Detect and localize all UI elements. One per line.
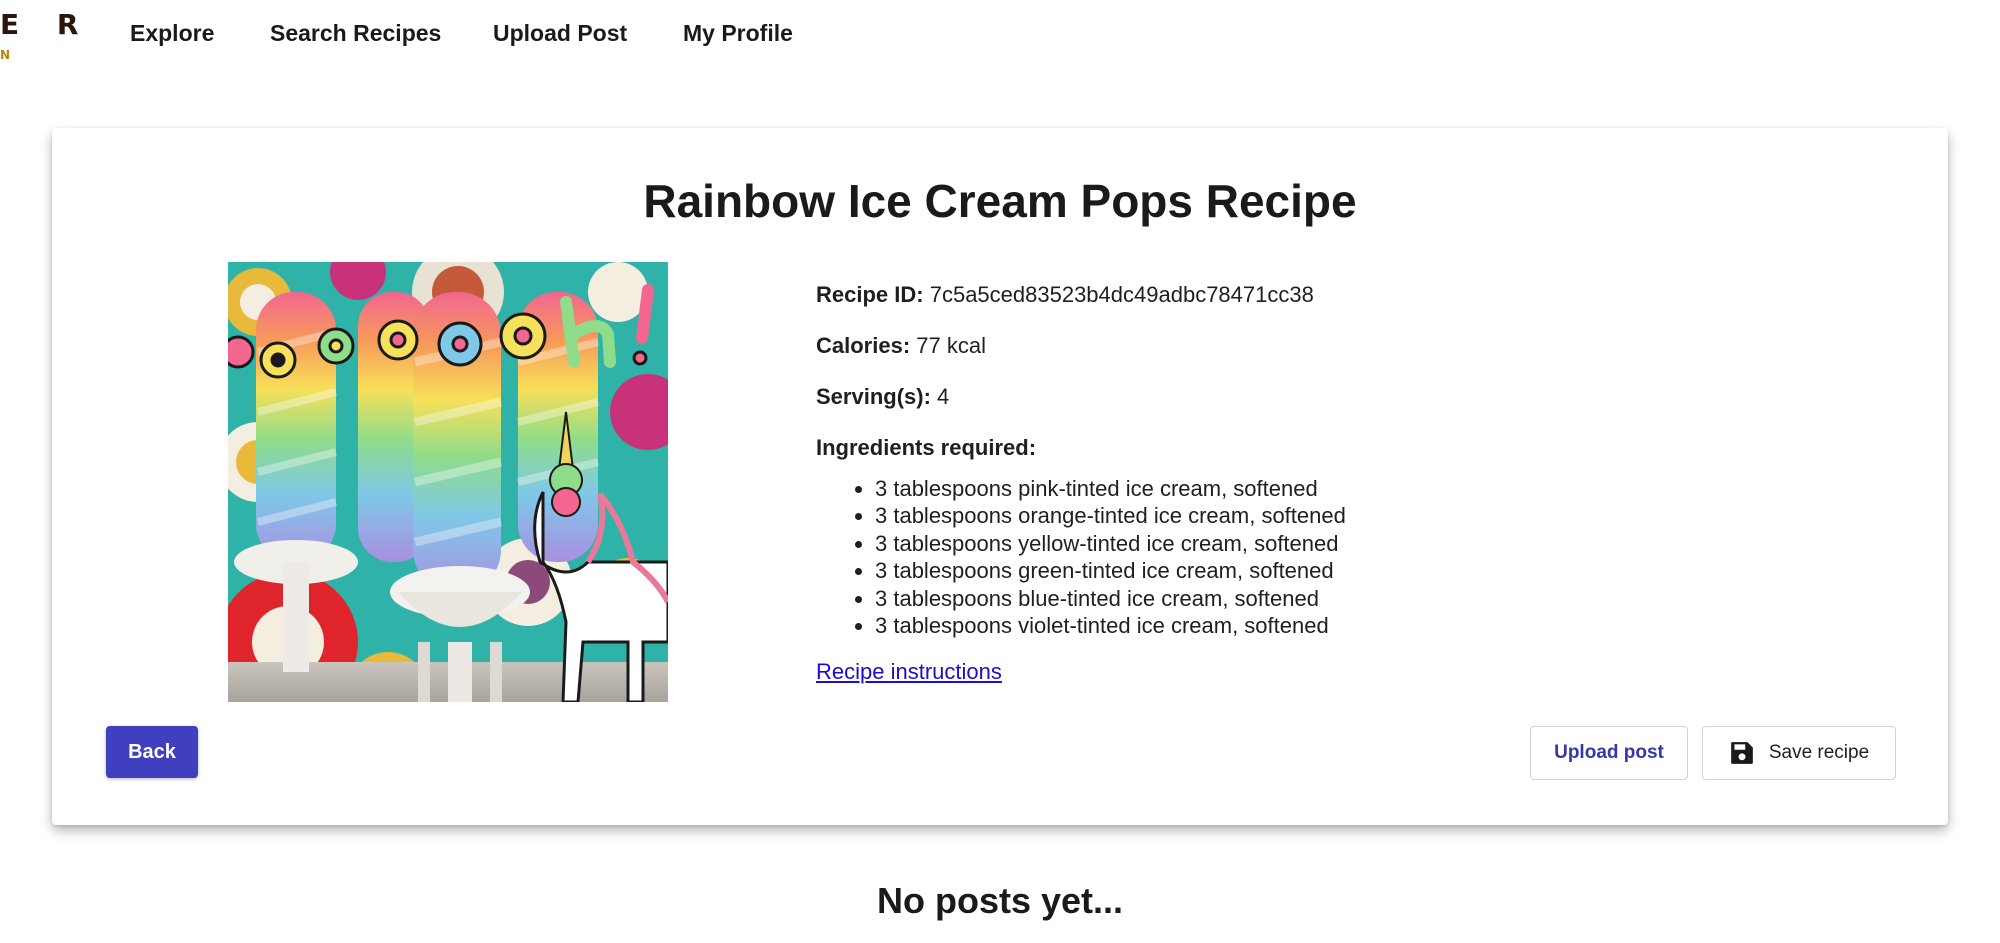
servings-row: Serving(s): 4 (816, 382, 1716, 412)
logo-subtext: N (0, 48, 11, 62)
servings-value: 4 (937, 384, 950, 409)
logo-text: E R (0, 8, 93, 41)
recipe-image (228, 262, 668, 702)
recipe-details: Recipe ID: 7c5a5ced83523b4dc49adbc78471c… (816, 280, 1716, 685)
floppy-disk-icon (1729, 740, 1755, 766)
brand-logo[interactable]: E R N (0, 8, 78, 64)
nav-my-profile[interactable]: My Profile (683, 20, 793, 47)
ingredient-item: 3 tablespoons green-tinted ice cream, so… (875, 557, 1716, 584)
nav-search-recipes[interactable]: Search Recipes (270, 20, 441, 47)
calories-value: 77 kcal (916, 333, 986, 358)
nav-explore[interactable]: Explore (130, 20, 214, 47)
recipe-instructions-link[interactable]: Recipe instructions (816, 659, 1002, 685)
recipe-card: Rainbow Ice Cream Pops Recipe Recipe ID:… (52, 128, 1948, 825)
recipe-id-label: Recipe ID: (816, 282, 924, 307)
ingredient-item: 3 tablespoons orange-tinted ice cream, s… (875, 502, 1716, 529)
calories-label: Calories: (816, 333, 911, 358)
top-navigation: E R N Explore Search Recipes Upload Post… (0, 0, 2000, 70)
save-recipe-label: Save recipe (1768, 742, 1870, 763)
recipe-id-value: 7c5a5ced83523b4dc49adbc78471cc38 (929, 282, 1314, 307)
ingredient-item: 3 tablespoons blue-tinted ice cream, sof… (875, 585, 1716, 612)
calories-row: Calories: 77 kcal (816, 331, 1716, 361)
ingredient-item: 3 tablespoons violet-tinted ice cream, s… (875, 612, 1716, 639)
upload-post-button[interactable]: Upload post (1530, 726, 1688, 780)
nav-upload-post[interactable]: Upload Post (493, 20, 627, 47)
ingredient-item: 3 tablespoons pink-tinted ice cream, sof… (875, 475, 1716, 502)
back-button[interactable]: Back (106, 726, 198, 778)
save-recipe-button[interactable]: Save recipe (1702, 726, 1896, 780)
no-posts-message: No posts yet... (876, 880, 1124, 921)
recipe-id-row: Recipe ID: 7c5a5ced83523b4dc49adbc78471c… (816, 280, 1716, 310)
recipe-title: Rainbow Ice Cream Pops Recipe (643, 175, 1357, 227)
ingredients-heading: Ingredients required: (816, 435, 1037, 460)
ingredient-item: 3 tablespoons yellow-tinted ice cream, s… (875, 530, 1716, 557)
servings-label: Serving(s): (816, 384, 931, 409)
ingredients-list: 3 tablespoons pink-tinted ice cream, sof… (816, 475, 1716, 639)
